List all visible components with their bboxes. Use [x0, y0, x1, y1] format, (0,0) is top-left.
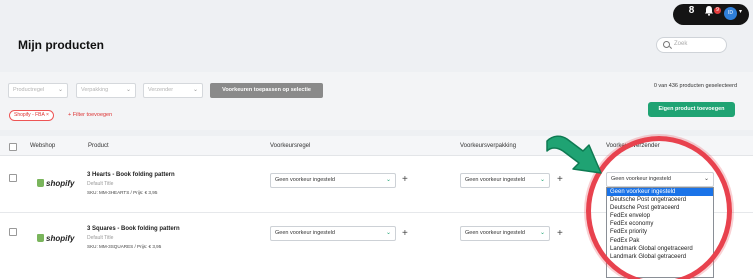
packaging-value: Geen voorkeur ingesteld	[465, 230, 525, 236]
close-icon[interactable]: ×	[46, 112, 49, 118]
pointing-hand-icon	[546, 135, 602, 174]
packaging-filter-label: Verpakking	[81, 87, 109, 93]
product-name[interactable]: 3 Hearts - Book folding pattern	[87, 172, 175, 178]
bell-icon[interactable]	[703, 5, 714, 16]
chevron-down-icon: ⌄	[57, 87, 63, 93]
add-filter-link[interactable]: + Filter toevoegen	[68, 112, 112, 118]
rule-filter-select[interactable]: Productregel ⌄	[8, 83, 68, 98]
chevron-down-icon: ⌄	[125, 87, 131, 93]
column-product[interactable]: Product	[88, 143, 109, 149]
selection-count: 0 van 436 producten geselecteerd	[653, 83, 737, 89]
shop-name: shopify	[46, 179, 75, 188]
column-webshop[interactable]: Webshop	[30, 143, 55, 149]
chevron-down-icon[interactable]: ▾	[739, 8, 742, 15]
shopify-icon: shopify	[37, 234, 74, 243]
active-filter-label: Shopify - FBA	[14, 112, 45, 118]
column-rule[interactable]: Voorkeursregel	[270, 143, 310, 149]
rule-value: Geen voorkeur ingesteld	[275, 230, 335, 236]
packaging-value: Geen voorkeur ingesteld	[465, 177, 525, 183]
notification-badge: 9	[714, 7, 721, 14]
rule-value: Geen voorkeur ingesteld	[275, 177, 335, 183]
carrier-filter-select[interactable]: Verzender ⌄	[143, 83, 203, 98]
highlight-circle	[586, 136, 732, 279]
search-placeholder: Zoek	[674, 41, 688, 47]
apply-preferences-button[interactable]: Voorkeuren toepassen op selectie	[210, 83, 323, 98]
logo-icon[interactable]: 8	[686, 5, 697, 16]
avatar[interactable]: ID	[724, 7, 737, 20]
chevron-down-icon: ⌄	[539, 230, 545, 236]
packaging-filter-select[interactable]: Verpakking ⌄	[76, 83, 136, 98]
plus-icon[interactable]: +	[402, 175, 408, 185]
packaging-select[interactable]: Geen voorkeur ingesteld ⌄	[460, 226, 550, 241]
row-checkbox[interactable]	[9, 228, 17, 236]
add-product-button[interactable]: Eigen product toevoegen	[648, 102, 735, 117]
chevron-down-icon: ⌄	[192, 87, 198, 93]
active-filter-tag[interactable]: Shopify - FBA ×	[9, 110, 54, 121]
page-title: Mijn producten	[18, 38, 104, 52]
rule-filter-label: Productregel	[13, 87, 45, 93]
product-variant: Default Title	[87, 181, 114, 187]
column-packaging[interactable]: Voorkeursverpakking	[460, 143, 516, 149]
select-all-checkbox[interactable]	[9, 143, 17, 151]
shop-name: shopify	[46, 234, 75, 243]
product-sku: SKU: MM-3SQUARES / Prijs: € 3,95	[87, 244, 162, 249]
chevron-down-icon: ⌄	[385, 230, 391, 236]
shopify-icon: shopify	[37, 179, 74, 188]
rule-select[interactable]: Geen voorkeur ingesteld ⌄	[270, 173, 396, 188]
row-checkbox[interactable]	[9, 174, 17, 182]
product-name[interactable]: 3 Squares - Book folding pattern	[87, 226, 180, 232]
search-icon	[663, 41, 670, 48]
plus-icon[interactable]: +	[402, 229, 408, 239]
search-input[interactable]: Zoek	[656, 37, 727, 53]
packaging-select[interactable]: Geen voorkeur ingesteld ⌄	[460, 173, 550, 188]
product-sku: SKU: MM-3HEARTS / Prijs: € 3,95	[87, 190, 158, 195]
rule-select[interactable]: Geen voorkeur ingesteld ⌄	[270, 226, 396, 241]
filter-bar	[0, 72, 753, 130]
product-variant: Default Title	[87, 235, 114, 241]
chevron-down-icon: ⌄	[385, 177, 391, 183]
plus-icon[interactable]: +	[557, 229, 563, 239]
carrier-filter-label: Verzender	[148, 87, 174, 93]
